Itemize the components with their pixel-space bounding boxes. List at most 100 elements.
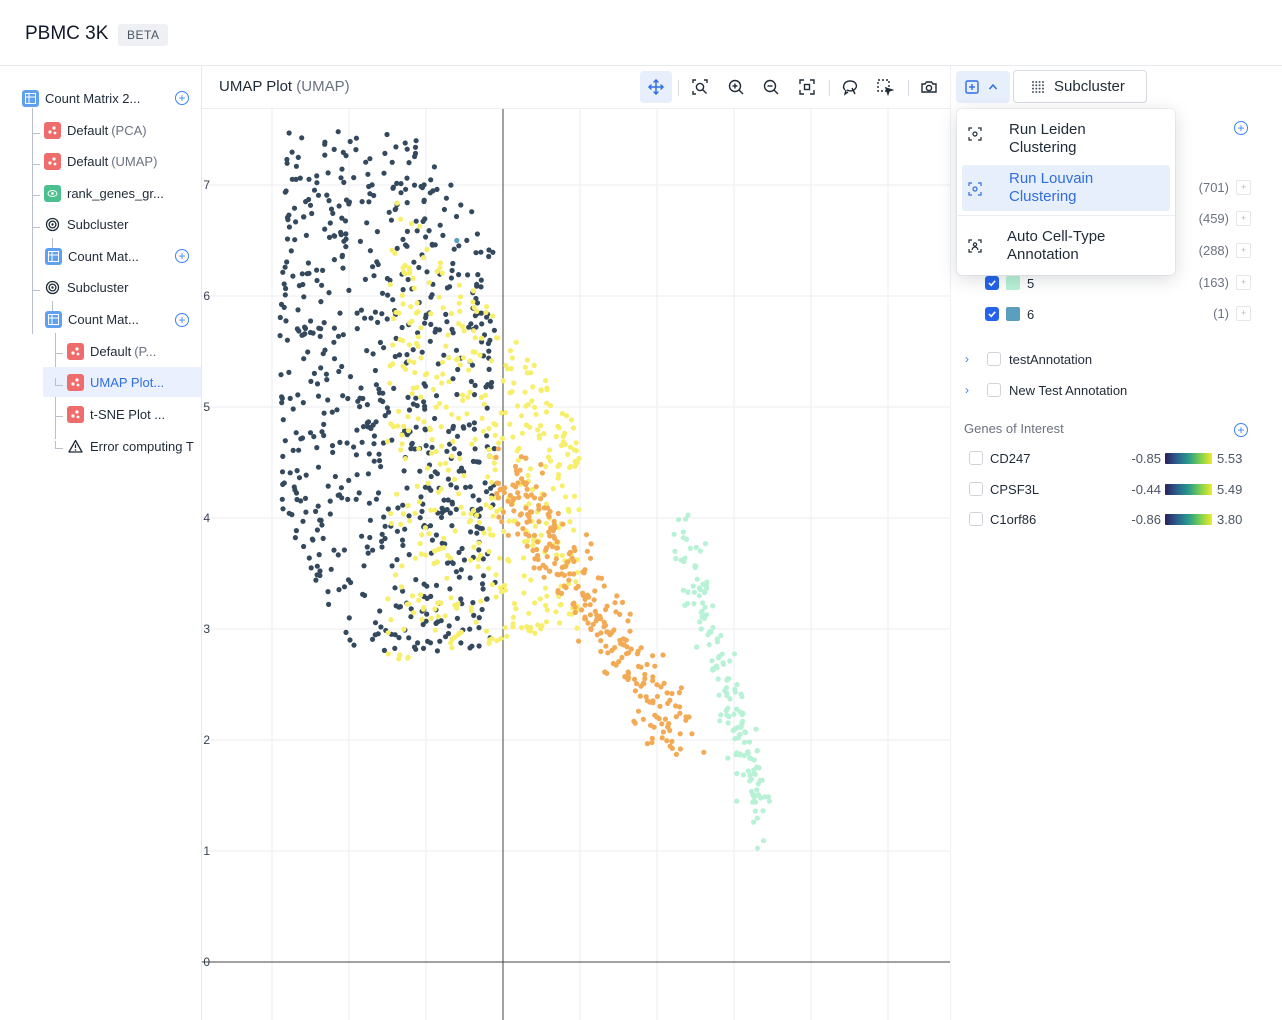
- zoom-in-button[interactable]: [720, 71, 752, 103]
- scatter-point: [400, 502, 406, 508]
- scatter-point: [740, 718, 746, 724]
- sidebar-item-subcluster-2[interactable]: Subcluster: [44, 272, 128, 302]
- scatter-point: [440, 305, 446, 311]
- zoom-box-button[interactable]: [684, 71, 716, 103]
- umap-plot[interactable]: 0 1 2 3 4 5 6 7: [202, 109, 950, 1020]
- sidebar-item-rank-genes[interactable]: rank_genes_gr...: [44, 178, 164, 208]
- zoom-out-button[interactable]: [755, 71, 787, 103]
- gene-checkbox[interactable]: [969, 512, 983, 526]
- scatter-point: [393, 603, 399, 609]
- gene-row[interactable]: CPSF3L -0.44 5.49: [969, 478, 1242, 500]
- scatter-point: [735, 724, 742, 730]
- scatter-point: [409, 318, 415, 324]
- cluster-add-mini-button[interactable]: +: [1236, 243, 1251, 258]
- sidebar-item-count-matrix-child[interactable]: Count Mat...: [45, 241, 139, 271]
- scatter-point: [325, 483, 331, 489]
- sidebar-item-error[interactable]: Error computing T: [67, 431, 194, 461]
- scatter-point: [528, 577, 534, 583]
- sidebar-item-label: Default: [67, 153, 109, 169]
- scatter-point: [491, 460, 497, 466]
- sidebar-item-default-p[interactable]: Default (P...: [67, 336, 156, 366]
- chevron-right-icon[interactable]: ›: [965, 352, 977, 366]
- scatter-point: [362, 592, 368, 598]
- pan-button[interactable]: [640, 71, 672, 103]
- scatter-point: [432, 415, 438, 422]
- add-annotation-button[interactable]: +: [1234, 121, 1248, 135]
- run-louvain-clustering-item[interactable]: Run Louvain Clustering: [962, 165, 1170, 211]
- scatter-point: [671, 531, 677, 537]
- cluster-checkbox[interactable]: [985, 307, 999, 321]
- scatter-point: [486, 453, 493, 459]
- autoscale-button[interactable]: [791, 71, 823, 103]
- auto-cell-type-annotation-item[interactable]: Auto Cell-Type Annotation: [962, 224, 1170, 268]
- scatter-point: [536, 506, 542, 512]
- scatter-point: [419, 185, 425, 191]
- sidebar-item-default-pca[interactable]: Default (PCA): [44, 115, 147, 145]
- scatter-point: [637, 693, 643, 699]
- scatter-point: [357, 395, 363, 401]
- scatter-point: [443, 343, 449, 349]
- sidebar-item-default-umap[interactable]: Default (UMAP): [44, 146, 157, 176]
- scatter-point: [339, 215, 345, 221]
- scatter-point: [752, 793, 759, 799]
- zoom-out-icon: [763, 79, 779, 95]
- scatter-point: [471, 544, 477, 550]
- scatter-point: [316, 552, 322, 558]
- scatter-point: [359, 199, 365, 205]
- scatter-point: [552, 560, 558, 567]
- sidebar-item-umap-plot[interactable]: UMAP Plot...: [43, 367, 201, 397]
- cluster-checkbox[interactable]: [985, 276, 999, 290]
- cluster-add-mini-button[interactable]: +: [1236, 180, 1251, 195]
- cluster-add-mini-button[interactable]: +: [1236, 306, 1251, 321]
- scatter-point: [469, 362, 476, 368]
- scatter-point: [456, 451, 463, 457]
- gene-row[interactable]: C1orf86 -0.86 3.80: [969, 508, 1242, 530]
- scatter-point: [541, 492, 547, 498]
- scatter-point: [415, 343, 421, 349]
- scatter-point: [367, 156, 373, 162]
- sidebar-item-label: Count Mat...: [68, 248, 139, 264]
- cluster-row-6[interactable]: 6 (1) +: [985, 302, 1251, 326]
- gene-checkbox[interactable]: [969, 451, 983, 465]
- scatter-point: [444, 448, 450, 454]
- sidebar-item-tsne-plot[interactable]: t-SNE Plot ...: [67, 399, 165, 429]
- scatter-point: [531, 362, 537, 368]
- annotation-checkbox[interactable]: [987, 383, 1001, 397]
- scatter-point: [546, 568, 552, 574]
- lasso-button[interactable]: [834, 71, 866, 103]
- sidebar-item-subcluster[interactable]: Subcluster: [44, 209, 128, 239]
- sidebar-tree: Count Matrix 2... + Default (PCA) Default…: [0, 66, 202, 1020]
- scatter-point: [697, 619, 703, 625]
- gene-row[interactable]: CD247 -0.85 5.53: [969, 447, 1242, 469]
- scatter-point: [411, 259, 417, 265]
- cluster-add-mini-button[interactable]: +: [1236, 275, 1251, 290]
- box-select-button[interactable]: [869, 71, 901, 103]
- scatter-point: [455, 356, 461, 362]
- scatter-point: [660, 729, 666, 735]
- scatter-point: [413, 424, 419, 430]
- sidebar-item-count-matrix[interactable]: Count Matrix 2...: [22, 83, 140, 113]
- scatter-point: [365, 171, 371, 177]
- annotation-checkbox[interactable]: [987, 352, 1001, 366]
- annotation-row[interactable]: › testAnnotation: [965, 349, 1092, 369]
- gene-min: -0.85: [1131, 450, 1161, 466]
- add-gene-button[interactable]: +: [1234, 423, 1248, 437]
- cluster-add-mini-button[interactable]: +: [1236, 211, 1251, 226]
- scatter-point: [438, 545, 445, 551]
- run-leiden-clustering-item[interactable]: Run Leiden Clustering: [962, 117, 1170, 161]
- annotation-row[interactable]: › New Test Annotation: [965, 380, 1127, 400]
- scatter-point: [475, 556, 481, 562]
- umap-scatter-chart[interactable]: 0 1 2 3 4 5 6 7: [202, 109, 950, 1020]
- add-child-button[interactable]: +: [175, 313, 189, 327]
- sidebar-item-count-matrix-grandchild[interactable]: Count Mat...: [45, 304, 139, 334]
- scatter-point: [542, 585, 549, 591]
- screenshot-button[interactable]: [913, 71, 945, 103]
- scatter-point: [563, 494, 569, 500]
- scatter-point: [441, 352, 447, 358]
- chevron-right-icon[interactable]: ›: [965, 383, 977, 397]
- scatter-point: [426, 280, 432, 286]
- add-child-button[interactable]: +: [175, 249, 189, 263]
- add-child-button[interactable]: +: [175, 91, 189, 105]
- gene-checkbox[interactable]: [969, 482, 983, 496]
- scatter-point: [378, 624, 384, 630]
